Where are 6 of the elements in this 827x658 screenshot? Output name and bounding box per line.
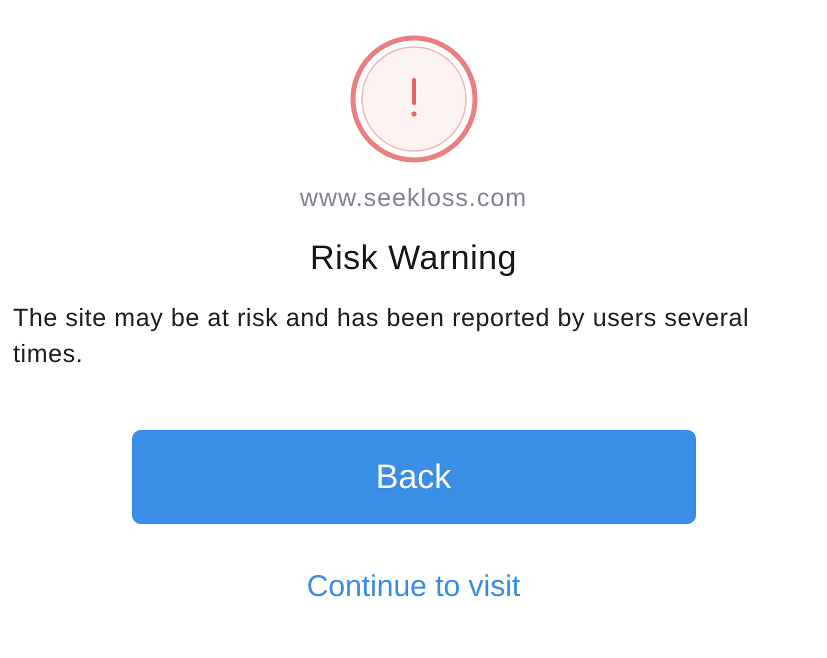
warning-message: The site may be at risk and has been reported by users several times. [13, 303, 750, 370]
alert-icon [348, 34, 478, 164]
site-url: www.seekloss.com [300, 184, 528, 213]
continue-link[interactable]: Continue to visit [306, 570, 520, 604]
back-button[interactable]: Back [132, 430, 696, 524]
warning-title: Risk Warning [310, 239, 517, 278]
